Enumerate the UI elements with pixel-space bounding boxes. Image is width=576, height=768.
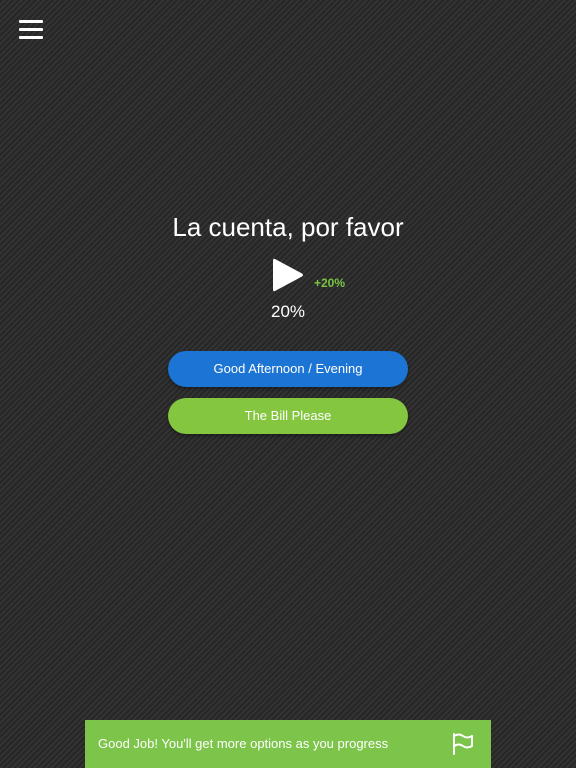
menu-line-middle (19, 28, 43, 31)
play-icon[interactable] (272, 257, 304, 293)
bonus-badge: +20% (314, 276, 346, 290)
hamburger-menu-icon[interactable] (19, 20, 43, 41)
progress-percent: 20% (270, 302, 306, 321)
menu-line-top (19, 20, 43, 23)
answer-option-the-bill-please[interactable]: The Bill Please (168, 398, 408, 434)
menu-line-bottom (19, 36, 43, 39)
phrase-text: La cuenta, por favor (172, 212, 404, 242)
feedback-toast: Good Job! You'll get more options as you… (85, 720, 491, 768)
flag-icon[interactable] (451, 733, 475, 755)
toast-message: Good Job! You'll get more options as you… (98, 736, 389, 751)
answer-option-good-afternoon[interactable]: Good Afternoon / Evening (168, 351, 408, 387)
